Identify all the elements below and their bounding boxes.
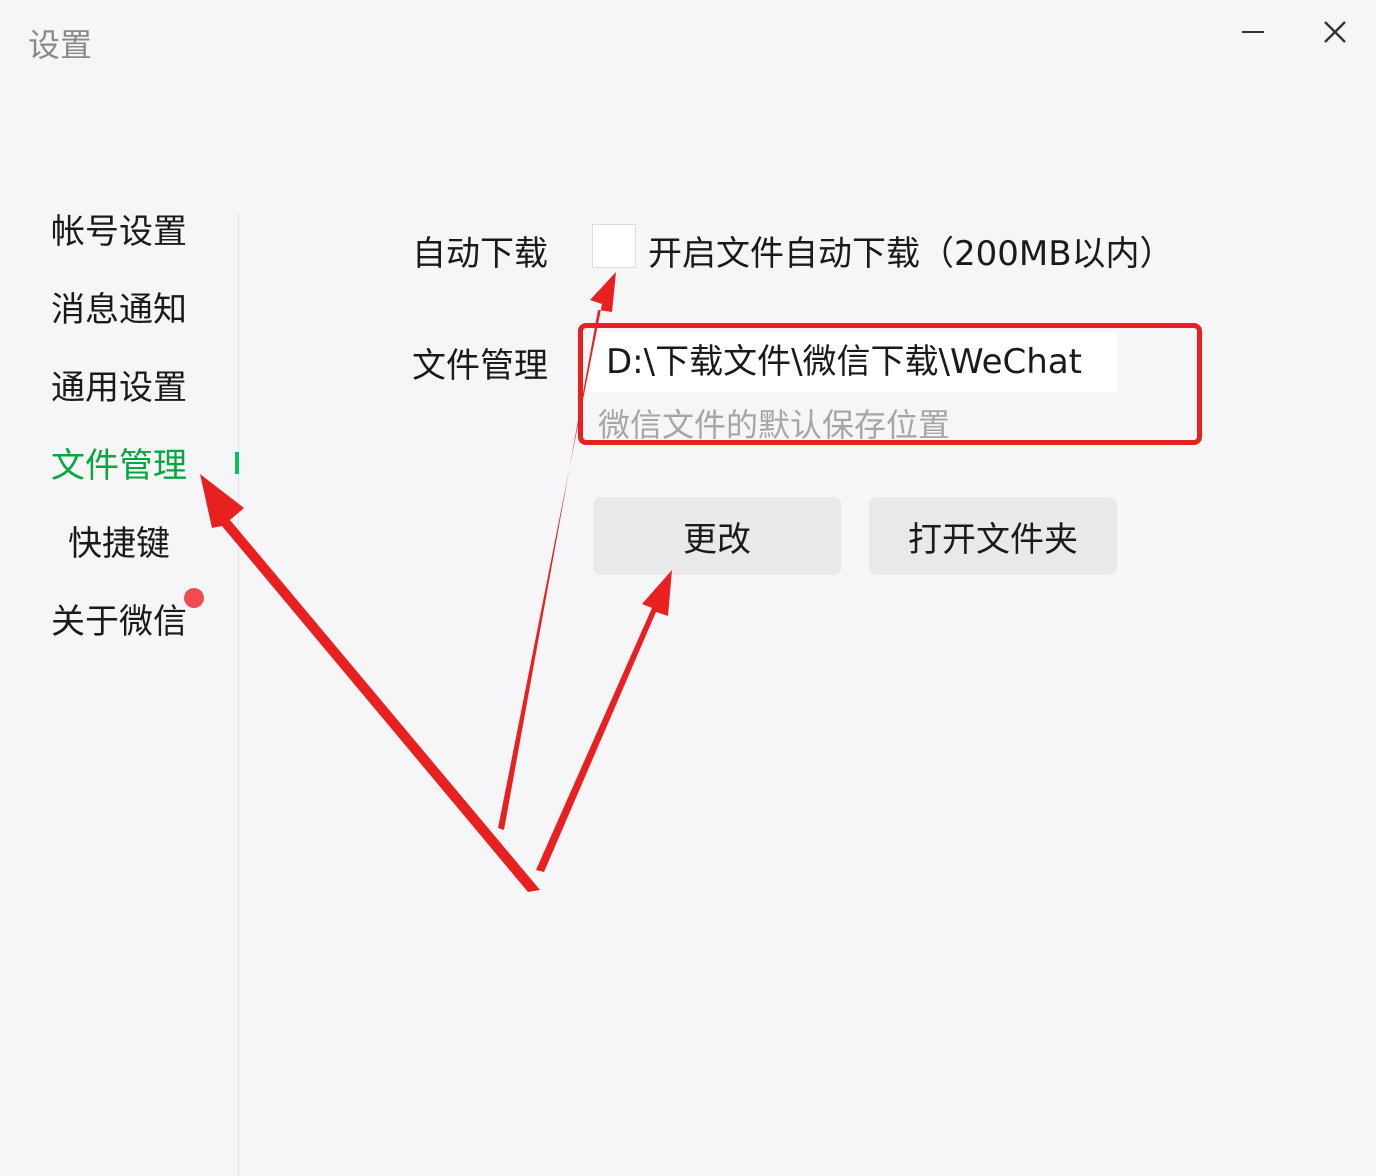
sidebar-divider	[238, 214, 239, 1176]
sidebar-item-label: 快捷键	[68, 523, 170, 564]
sidebar-item-label: 通用设置	[51, 367, 187, 408]
annotation-highlight-box	[578, 323, 1202, 445]
sidebar-item-notifications[interactable]: 消息通知	[0, 276, 238, 336]
close-icon	[1324, 21, 1346, 43]
sidebar-item-label: 消息通知	[51, 289, 187, 330]
close-button[interactable]	[1312, 10, 1358, 54]
sidebar-item-label: 文件管理	[51, 445, 187, 486]
annotation-arrow-sidebar	[200, 474, 540, 892]
open-folder-button[interactable]: 打开文件夹	[869, 497, 1117, 575]
active-indicator	[235, 452, 239, 474]
change-button[interactable]: 更改	[593, 497, 841, 575]
minimize-icon	[1242, 31, 1264, 33]
auto-download-label: 自动下载	[412, 234, 548, 274]
sidebar-item-label: 帐号设置	[51, 211, 187, 252]
file-management-label: 文件管理	[412, 346, 548, 386]
auto-download-checkbox[interactable]	[592, 224, 636, 268]
sidebar-item-shortcuts[interactable]: 快捷键	[0, 510, 238, 570]
notification-dot	[184, 588, 204, 608]
window-title: 设置	[28, 26, 93, 64]
auto-download-checkbox-label[interactable]: 开启文件自动下载（200MB以内）	[648, 226, 1174, 275]
sidebar-item-label: 关于微信	[51, 601, 187, 642]
open-folder-button-label: 打开文件夹	[908, 519, 1078, 560]
annotation-arrow-change	[536, 570, 672, 872]
settings-window: 设置 帐号设置 消息通知 通用设置 文件管理 快捷键 关于微信 自动下载 开启文…	[0, 0, 1376, 1176]
sidebar-item-file-management[interactable]: 文件管理	[0, 432, 238, 492]
sidebar-item-general[interactable]: 通用设置	[0, 354, 238, 414]
change-button-label: 更改	[683, 519, 751, 560]
sidebar-item-account[interactable]: 帐号设置	[0, 198, 238, 258]
minimize-button[interactable]	[1230, 10, 1276, 54]
